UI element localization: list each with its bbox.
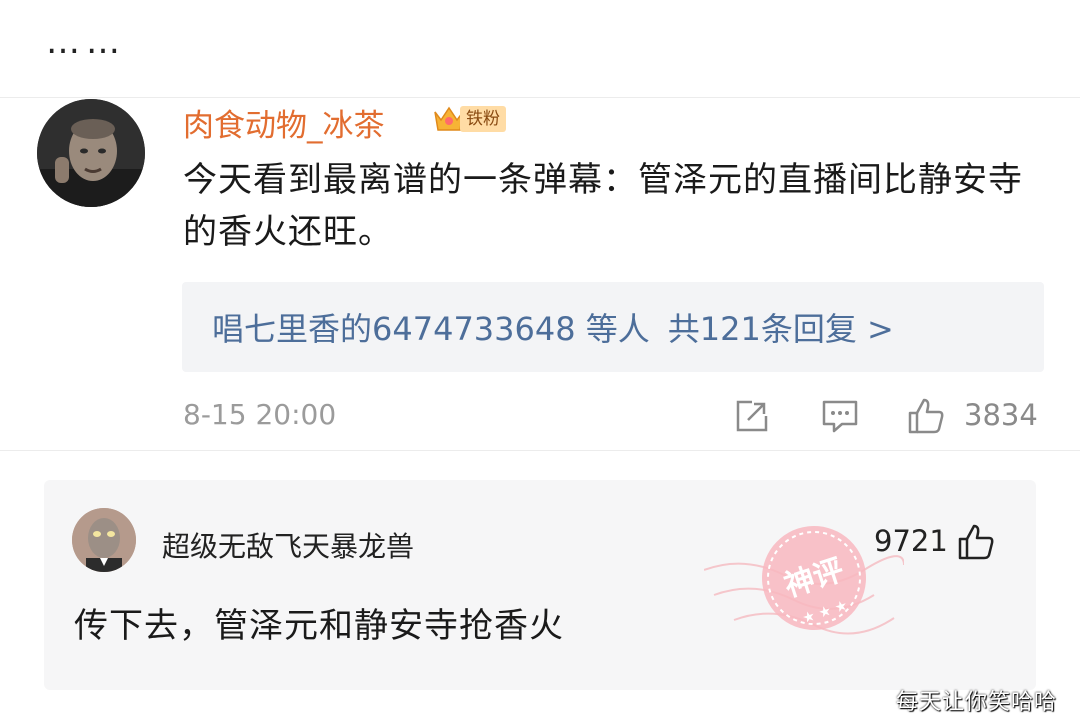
hot-reply-card: 神评 ★ ★ ★ 超级无敌飞天暴龙兽 9721 传下去，管泽元和静安寺抢香火	[44, 480, 1036, 690]
hot-reply-like-count: 9721	[874, 524, 948, 558]
thumbs-up-icon[interactable]	[956, 522, 996, 562]
avatar[interactable]	[37, 99, 145, 207]
comment-text: 今天看到最离谱的一条弹幕：管泽元的直播间比静安寺的香火还旺。	[183, 160, 1023, 252]
watermark-text: 每天让你笑哈哈	[896, 690, 1058, 715]
fan-badge-label: 铁粉	[460, 106, 506, 132]
reply-count-link[interactable]: 共121条回复 >	[668, 310, 894, 348]
hot-reply-username[interactable]: 超级无敌飞天暴龙兽	[162, 525, 414, 565]
avatar[interactable]	[72, 508, 136, 572]
like-count: 3834	[964, 398, 1038, 432]
thumbs-up-icon[interactable]	[906, 396, 946, 436]
share-icon[interactable]	[732, 396, 772, 436]
reply-users: 唱七里香的6474733648 等人	[212, 310, 650, 348]
comment-timestamp: 8-15 20:00	[183, 398, 337, 431]
ellipsis-text: ……	[46, 22, 126, 62]
comment-icon[interactable]	[820, 396, 860, 436]
replies-box[interactable]: 唱七里香的6474733648 等人 共121条回复 >	[182, 282, 1044, 372]
avatar-image	[72, 508, 136, 572]
replies-summary[interactable]: 唱七里香的6474733648 等人 共121条回复 >	[212, 304, 894, 350]
divine-comment-stamp: 神评 ★ ★ ★	[704, 526, 904, 635]
hot-reply-text: 传下去，管泽元和静安寺抢香火	[74, 606, 564, 646]
comment-username[interactable]: 肉食动物_冰茶	[183, 100, 385, 145]
avatar-image	[37, 99, 145, 207]
fan-badge: 铁粉	[432, 102, 506, 136]
